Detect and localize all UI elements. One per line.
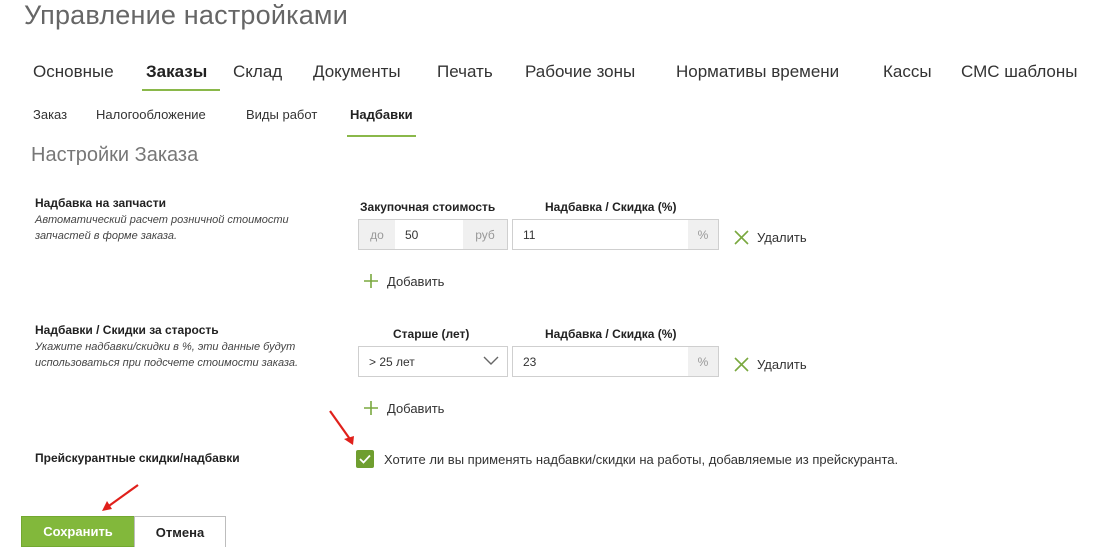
age-select-value: > 25 лет (369, 354, 415, 369)
cost-value[interactable]: 50 (395, 220, 463, 249)
page-title: Управление настройками (24, 0, 348, 30)
save-button[interactable]: Сохранить (21, 516, 135, 547)
pricelist-label: Прейскурантные скидки/надбавки (35, 451, 240, 465)
parts-markup-input[interactable]: 11 % (512, 219, 719, 250)
col-header-purchase-cost: Закупочная стоимость (360, 200, 496, 214)
tab-dokumenty[interactable]: Документы (313, 62, 401, 82)
age-markup-description: Укажите надбавки/скидки в %, эти данные … (35, 341, 299, 369)
sub-tabs: Заказ Налогообложение Виды работ Надбавк… (0, 100, 1108, 140)
checkmark-icon (359, 454, 371, 464)
purchase-cost-input[interactable]: до 50 руб (358, 219, 508, 250)
add-parts-markup-button[interactable]: Добавить (363, 273, 444, 289)
cost-prefix: до (359, 220, 395, 249)
tab-sms-shablony[interactable]: СМС шаблоны (961, 62, 1078, 82)
main-tabs: Основные Заказы Склад Документы Печать Р… (0, 54, 1108, 94)
pricelist-checkbox-label[interactable]: Хотите ли вы применять надбавки/скидки н… (384, 452, 898, 467)
subtab-nadbavki[interactable]: Надбавки (350, 107, 413, 122)
currency-suffix: руб (463, 220, 507, 249)
age-markup-input[interactable]: 23 % (512, 346, 719, 377)
tab-zakazy[interactable]: Заказы (146, 62, 207, 82)
plus-icon (364, 401, 378, 415)
tab-normativy-vremeni[interactable]: Нормативы времени (676, 62, 839, 82)
chevron-down-icon (483, 356, 499, 365)
annotation-arrow-icon (102, 484, 139, 511)
cancel-button[interactable]: Отмена (134, 516, 226, 547)
delete-parts-markup-button[interactable]: Удалить (734, 230, 807, 245)
pricelist-checkbox[interactable] (356, 450, 374, 468)
subtab-zakaz[interactable]: Заказ (33, 107, 67, 122)
add-age-markup-button[interactable]: Добавить (363, 400, 444, 416)
delete-label: Удалить (757, 357, 807, 372)
col-header-age-markup: Надбавка / Скидка (%) (545, 327, 677, 341)
age-select[interactable]: > 25 лет (358, 346, 508, 377)
age-markup-value[interactable]: 23 (513, 347, 688, 376)
add-label: Добавить (387, 400, 445, 416)
age-markup-label: Надбавки / Скидки за старость (35, 323, 219, 337)
close-x-icon (734, 230, 749, 245)
delete-label: Удалить (757, 230, 807, 245)
parts-markup-value[interactable]: 11 (513, 220, 688, 249)
col-header-age: Старше (лет) (393, 327, 470, 341)
parts-markup-description: Автоматический расчет розничной стоимост… (35, 214, 289, 242)
close-x-icon (734, 357, 749, 372)
tab-osnovnye[interactable]: Основные (33, 62, 114, 82)
section-title: Настройки Заказа (31, 144, 199, 166)
delete-age-markup-button[interactable]: Удалить (734, 357, 807, 372)
tab-kassy[interactable]: Кассы (883, 62, 932, 82)
tab-rabochie-zony[interactable]: Рабочие зоны (525, 62, 635, 82)
active-tab-indicator (142, 89, 220, 91)
tab-pechat[interactable]: Печать (437, 62, 493, 82)
tab-sklad[interactable]: Склад (233, 62, 282, 82)
parts-markup-label: Надбавка на запчасти (35, 196, 166, 210)
col-header-markup: Надбавка / Скидка (%) (545, 200, 677, 214)
add-label: Добавить (387, 273, 445, 289)
subtab-vidy-rabot[interactable]: Виды работ (246, 107, 317, 122)
subtab-nalogooblozhenie[interactable]: Налогообложение (96, 107, 206, 122)
active-subtab-indicator (347, 135, 416, 137)
plus-icon (364, 274, 378, 288)
annotation-arrow-icon (329, 410, 354, 445)
percent-suffix: % (688, 347, 718, 376)
percent-suffix: % (688, 220, 718, 249)
